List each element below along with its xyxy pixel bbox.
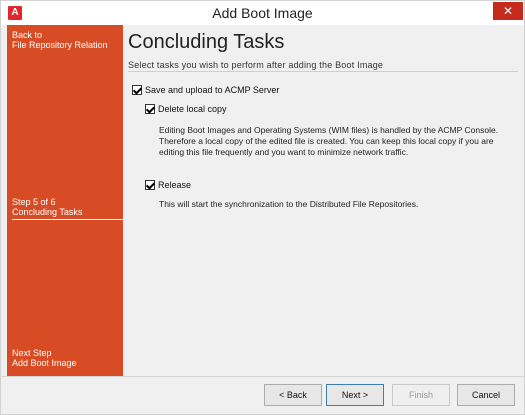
page-subtitle: Select tasks you wish to perform after a… [128, 60, 384, 70]
delete-description: Editing Boot Images and Operating System… [159, 125, 498, 158]
footer-divider [1, 376, 524, 377]
back-step-label: Back to [12, 30, 43, 40]
next-button[interactable]: Next > [326, 384, 384, 406]
current-step-underline [12, 219, 124, 220]
wizard-content: Concluding Tasks Select tasks you wish t… [123, 25, 518, 376]
next-step-link[interactable]: Next Step Add Boot Image [12, 348, 77, 368]
back-step-link[interactable]: Back to File Repository Relation [12, 30, 108, 50]
wizard-sidebar: Back to File Repository Relation Step 5 … [7, 25, 124, 376]
back-button[interactable]: < Back [264, 384, 322, 406]
delete-local-copy-label[interactable]: Delete local copy [158, 104, 227, 114]
delete-description-line: Therefore a local copy of the edited fil… [159, 136, 494, 146]
next-step-target: Add Boot Image [12, 358, 77, 368]
save-upload-label[interactable]: Save and upload to ACMP Server [145, 85, 279, 95]
release-label[interactable]: Release [158, 180, 191, 190]
back-step-target: File Repository Relation [12, 40, 108, 50]
close-button[interactable]: ✕ [493, 2, 523, 20]
delete-local-copy-checkbox[interactable] [145, 104, 155, 114]
window-title: Add Boot Image [212, 5, 313, 21]
release-description: This will start the synchronization to t… [159, 199, 419, 209]
delete-description-line: Editing Boot Images and Operating System… [159, 125, 499, 135]
current-step-number: Step 5 of 6 [12, 197, 56, 207]
delete-description-line: editing this file frequently and you wan… [159, 147, 409, 157]
header-divider [128, 71, 518, 72]
next-step-label: Next Step [12, 348, 52, 358]
release-checkbox[interactable] [145, 180, 155, 190]
current-step: Step 5 of 6 Concluding Tasks [12, 197, 82, 217]
current-step-name: Concluding Tasks [12, 207, 83, 217]
wizard-window: A Add Boot Image ✕ Back to File Reposito… [0, 0, 525, 415]
cancel-button[interactable]: Cancel [457, 384, 515, 406]
title-bar: A Add Boot Image ✕ [1, 1, 524, 25]
page-title: Concluding Tasks [128, 31, 285, 53]
finish-button[interactable]: Finish [392, 384, 450, 406]
save-upload-checkbox[interactable] [132, 85, 142, 95]
